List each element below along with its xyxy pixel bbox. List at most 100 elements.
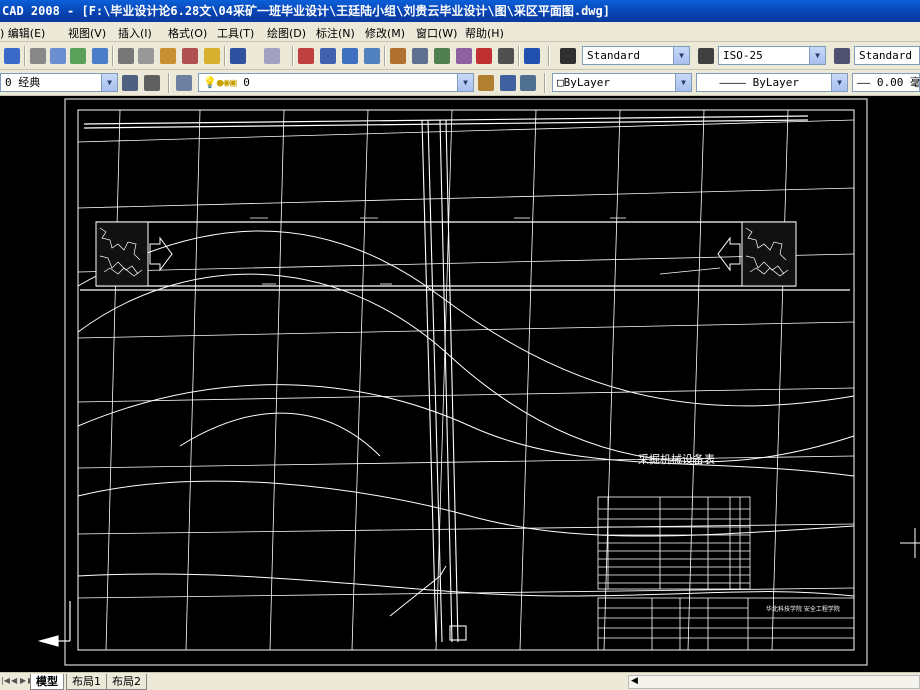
tab-layout2[interactable]: 布局2 (106, 674, 147, 690)
layout-tab-bar: |◀ ◀ ▶ ▶| 模型 布局1 布局2 ◀ (0, 672, 920, 690)
layer-select[interactable]: 💡●◉▣ 0 ▼ (198, 73, 474, 92)
toolbar-separator (24, 46, 26, 66)
print-icon[interactable] (30, 48, 46, 64)
zoom-previous-icon[interactable] (364, 48, 380, 64)
menu-window[interactable]: 窗口(W) (416, 25, 457, 41)
my-workspace-icon[interactable] (144, 75, 160, 91)
calculator-icon[interactable] (498, 48, 514, 64)
standard-toolbar: Standard ▼ ISO-25 ▼ Standard (0, 42, 920, 70)
workspace-settings-icon[interactable] (122, 75, 138, 91)
gob-area-left (95, 221, 173, 287)
pan-icon[interactable] (298, 48, 314, 64)
cut-icon[interactable] (118, 48, 134, 64)
toolbar-separator (292, 46, 294, 66)
menu-dimension[interactable]: 标注(N) (316, 25, 355, 41)
workspace-select[interactable]: 0 经典 ▼ (0, 73, 118, 92)
menu-view[interactable]: 视图(V) (68, 25, 106, 41)
toolbar-separator (384, 46, 386, 66)
text-style-select[interactable]: Standard ▼ (582, 46, 690, 65)
layer-states-icon[interactable] (520, 75, 536, 91)
color-value: ByLayer (563, 76, 610, 89)
table-style-value: Standard (859, 49, 912, 62)
zoom-realtime-icon[interactable] (320, 48, 336, 64)
coordinate-grid (77, 109, 855, 651)
redo-icon[interactable] (264, 48, 280, 64)
first-tab-icon[interactable]: |◀ (1, 676, 10, 687)
menu-format[interactable]: 格式(O) (168, 25, 207, 41)
drawing-canvas[interactable]: 采掘机械设备表 华北科技学院 安全工程学院 (0, 96, 920, 672)
lineweight-sample: —— (857, 76, 877, 89)
layer-manager-icon[interactable] (176, 75, 192, 91)
chevron-down-icon: ▼ (809, 47, 825, 64)
dim-style-select[interactable]: ISO-25 ▼ (718, 46, 826, 65)
menu-draw[interactable]: 绘图(D) (267, 25, 306, 41)
help-icon[interactable] (524, 48, 540, 64)
tab-model[interactable]: 模型 (30, 674, 64, 690)
menu-help[interactable]: 帮助(H) (465, 25, 504, 41)
3d-dwf-icon[interactable] (92, 48, 108, 64)
workspace-value: 0 经典 (5, 76, 41, 89)
toolbar-separator (168, 73, 170, 93)
copy-icon[interactable] (138, 48, 154, 64)
gob-area-right (717, 221, 797, 287)
horizontal-scrollbar[interactable]: ◀ (628, 675, 920, 689)
color-swatch-icon: □ (557, 76, 564, 89)
zoom-window-icon[interactable] (342, 48, 358, 64)
text-style-icon (560, 48, 576, 64)
equipment-table (597, 496, 751, 590)
window-title: CAD 2008 - [F:\毕业设计论6.28文\04采矿一班毕业设计\王廷陆… (0, 0, 920, 22)
lineweight-select[interactable]: —— 0.00 毫 (852, 73, 920, 92)
title-block-school: 华北科技学院 安全工程学院 (766, 605, 840, 613)
design-center-icon[interactable] (412, 48, 428, 64)
tool-palettes-icon[interactable] (434, 48, 450, 64)
dim-style-value: ISO-25 (723, 49, 763, 62)
text-style-value: Standard (587, 49, 640, 62)
markup-icon[interactable] (476, 48, 492, 64)
toolbar-separator (544, 73, 546, 93)
toolbar-separator (548, 46, 550, 66)
menu-edit[interactable]: ) 编辑(E) (0, 25, 45, 41)
chevron-down-icon: ▼ (673, 47, 689, 64)
sheet-set-icon[interactable] (456, 48, 472, 64)
properties-icon[interactable] (390, 48, 406, 64)
publish-icon[interactable] (70, 48, 86, 64)
layer-previous-icon[interactable] (500, 75, 516, 91)
menu-modify[interactable]: 修改(M) (365, 25, 405, 41)
dim-style-icon (698, 48, 714, 64)
paste-icon[interactable] (160, 48, 176, 64)
chevron-down-icon: ▼ (101, 74, 117, 91)
menu-tools[interactable]: 工具(T) (217, 25, 254, 41)
scroll-left-icon[interactable]: ◀ (631, 676, 638, 686)
chevron-down-icon: ▼ (457, 74, 473, 91)
menu-insert[interactable]: 插入(I) (118, 25, 152, 41)
layer-state-icons: 💡●◉▣ (203, 76, 244, 89)
toolbar-separator (112, 46, 114, 66)
chevron-down-icon: ▼ (831, 74, 847, 91)
layers-toolbar: 0 经典 ▼ 💡●◉▣ 0 ▼ □ByLayer ▼ ———— ByLayer … (0, 70, 920, 96)
save-icon[interactable] (4, 48, 20, 64)
lineweight-value: 0.00 毫 (876, 76, 920, 89)
table-style-icon (834, 48, 850, 64)
flow-arrows (250, 217, 721, 285)
menu-bar: ) 编辑(E) 视图(V) 插入(I) 格式(O) 工具(T) 绘图(D) 标注… (0, 22, 920, 63)
prev-tab-icon[interactable]: ◀ (11, 676, 20, 687)
tab-layout1[interactable]: 布局1 (66, 674, 107, 690)
make-object-layer-current-icon[interactable] (478, 75, 494, 91)
linetype-sample: ———— (719, 76, 753, 89)
mine-plan-drawing: 采掘机械设备表 华北科技学院 安全工程学院 (37, 98, 920, 666)
cursor-crosshair (900, 528, 920, 558)
block-editor-icon[interactable] (204, 48, 220, 64)
toolbar-separator (518, 46, 520, 66)
undo-icon[interactable] (230, 48, 246, 64)
print-preview-icon[interactable] (50, 48, 66, 64)
linetype-select[interactable]: ———— ByLayer ▼ (696, 73, 848, 92)
equipment-table-title: 采掘机械设备表 (638, 452, 715, 466)
sheet-outer-border (64, 98, 868, 666)
color-select[interactable]: □ByLayer ▼ (552, 73, 692, 92)
toolbar-separator (224, 46, 226, 66)
table-style-select[interactable]: Standard (854, 46, 920, 65)
chevron-down-icon: ▼ (675, 74, 691, 91)
match-properties-icon[interactable] (182, 48, 198, 64)
layer-value: 0 (243, 76, 250, 89)
linetype-value: ByLayer (752, 76, 799, 89)
